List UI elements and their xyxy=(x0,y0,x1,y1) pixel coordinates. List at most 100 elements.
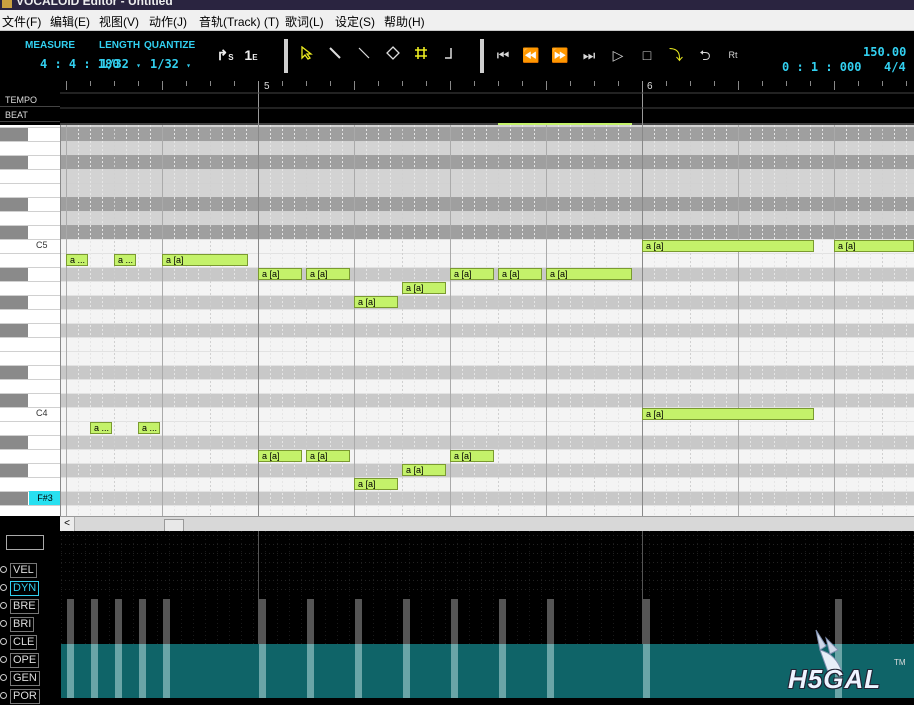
grid-toggle-button[interactable] xyxy=(410,44,432,66)
note[interactable]: a [a] xyxy=(402,282,446,294)
ruler[interactable]: TEMPO BEAT 5 6 xyxy=(0,81,914,125)
velocity-bar-overlay xyxy=(259,644,266,698)
note[interactable]: a [a] xyxy=(306,450,350,462)
vibrato-icon xyxy=(445,48,452,59)
stop-button[interactable]: □ xyxy=(636,44,658,66)
note[interactable]: a [a] xyxy=(450,450,494,462)
note[interactable]: a [a] xyxy=(306,268,350,280)
note-lyric: a xyxy=(550,269,558,279)
quantize-dropdown[interactable]: 1/32 ▾ xyxy=(150,57,191,71)
length-dropdown[interactable]: 1/32 ▾ xyxy=(100,57,141,71)
velocity-bar-overlay xyxy=(355,644,362,698)
note[interactable]: a [a] xyxy=(162,254,248,266)
eye-icon[interactable] xyxy=(0,638,7,645)
scroll-left-button[interactable]: < xyxy=(60,517,75,532)
play-button[interactable]: ▷ xyxy=(607,44,629,66)
control-param-label: GEN xyxy=(10,671,40,686)
eye-icon[interactable] xyxy=(0,674,7,681)
menu-help[interactable]: 帮助(H) xyxy=(384,13,425,30)
rewind-button[interactable]: ⏪ xyxy=(520,44,542,66)
eye-icon[interactable] xyxy=(0,602,7,609)
control-param-bre[interactable]: BRE xyxy=(0,599,60,615)
note-phoneme: ... xyxy=(125,255,134,265)
menu-action[interactable]: 动作(J) xyxy=(149,13,187,30)
control-param-ope[interactable]: OPE xyxy=(0,653,60,669)
toolbar: MEASURE 4 : 4 : 180 LENGTH 1/32 ▾ QUANTI… xyxy=(0,31,914,81)
eye-icon[interactable] xyxy=(0,656,7,663)
end-marker-button[interactable]: 1E xyxy=(240,44,262,66)
loop-button[interactable]: ⮌ xyxy=(694,44,716,66)
piano-keyboard[interactable]: C5 C4 F#3 xyxy=(0,125,60,516)
note[interactable]: a [a] xyxy=(498,268,542,280)
note-phoneme: [a] xyxy=(269,269,280,279)
control-param-bri[interactable]: BRI xyxy=(0,617,60,633)
note[interactable]: a [a] xyxy=(450,268,494,280)
note-lyric: a xyxy=(454,451,462,461)
measure-5-label: 5 xyxy=(264,81,270,92)
velocity-bar-overlay xyxy=(139,644,146,698)
menu-view[interactable]: 视图(V) xyxy=(99,13,139,30)
note[interactable]: a [a] xyxy=(642,240,814,252)
control-param-label: POR xyxy=(10,689,40,704)
beat-track-label: BEAT xyxy=(0,108,60,122)
horizontal-scrollbar[interactable]: < xyxy=(60,516,914,532)
pencil-tool-button[interactable] xyxy=(324,44,346,66)
control-param-por[interactable]: POR xyxy=(0,689,60,705)
note[interactable]: a ... xyxy=(90,422,112,434)
control-param-cle[interactable]: CLE xyxy=(0,635,60,651)
note[interactable]: a [a] xyxy=(354,296,398,308)
note[interactable]: a [a] xyxy=(258,268,302,280)
eraser-tool-button[interactable] xyxy=(382,44,404,66)
control-value-box[interactable] xyxy=(6,535,44,550)
note[interactable]: a ... xyxy=(66,254,88,266)
control-param-gen[interactable]: GEN xyxy=(0,671,60,687)
note-phoneme: [a] xyxy=(653,241,664,251)
watermark-logo: H5GAL TM xyxy=(780,628,914,698)
skip-end-button[interactable]: ⏭ xyxy=(578,44,600,66)
black-key xyxy=(0,463,28,477)
note-phoneme: [a] xyxy=(317,269,328,279)
note-phoneme: [a] xyxy=(845,241,856,251)
black-key xyxy=(0,365,28,379)
note-lyric: a xyxy=(310,451,318,461)
note[interactable]: a ... xyxy=(138,422,160,434)
arrow-icon xyxy=(301,45,313,60)
menu-file[interactable]: 文件(F) xyxy=(2,13,41,30)
menu-track[interactable]: 音轨(Track) (T) xyxy=(199,13,279,30)
control-param-label: OPE xyxy=(10,653,40,668)
arrow-tool-button[interactable] xyxy=(296,44,318,66)
note-grid[interactable]: a ... a ... a [a] a [a] a [a] a [a] a [a] a [a]… xyxy=(60,125,914,516)
vibrato-button[interactable] xyxy=(437,44,459,66)
menu-lyrics[interactable]: 歌词(L) xyxy=(285,13,324,30)
control-param-vel[interactable]: VEL xyxy=(0,563,60,579)
menu-edit[interactable]: 编辑(E) xyxy=(50,13,90,30)
note[interactable]: a [a] xyxy=(354,478,398,490)
note-lyric: a xyxy=(838,241,846,251)
note[interactable]: a [a] xyxy=(546,268,632,280)
note[interactable]: a [a] xyxy=(642,408,814,420)
note-phoneme: [a] xyxy=(365,479,376,489)
note[interactable]: a ... xyxy=(114,254,136,266)
line-tool-button[interactable] xyxy=(353,44,375,66)
note-lyric: a xyxy=(406,465,414,475)
start-marker-button[interactable]: ↱S xyxy=(214,44,236,66)
note[interactable]: a [a] xyxy=(834,240,914,252)
time-display: 0 : 1 : 000 xyxy=(782,60,862,74)
velocity-bar-overlay xyxy=(91,644,98,698)
selected-key: F#3 xyxy=(29,491,60,505)
note[interactable]: a [a] xyxy=(258,450,302,462)
fast-forward-button[interactable]: ⏩ xyxy=(549,44,571,66)
control-param-dyn[interactable]: DYN xyxy=(0,581,60,597)
key-label-c4: C4 xyxy=(36,408,48,418)
record-button[interactable]: ⤵ xyxy=(665,44,687,66)
menu-settings[interactable]: 设定(S) xyxy=(335,13,375,30)
black-key xyxy=(0,323,28,337)
realtime-button[interactable]: Rt xyxy=(722,44,744,66)
eye-icon[interactable] xyxy=(0,566,7,573)
piano-keys xyxy=(0,127,60,506)
velocity-bar-overlay xyxy=(307,644,314,698)
note[interactable]: a [a] xyxy=(402,464,446,476)
eye-icon[interactable] xyxy=(0,620,7,627)
skip-start-button[interactable]: ⏮ xyxy=(492,44,514,66)
eye-icon[interactable] xyxy=(0,584,7,591)
